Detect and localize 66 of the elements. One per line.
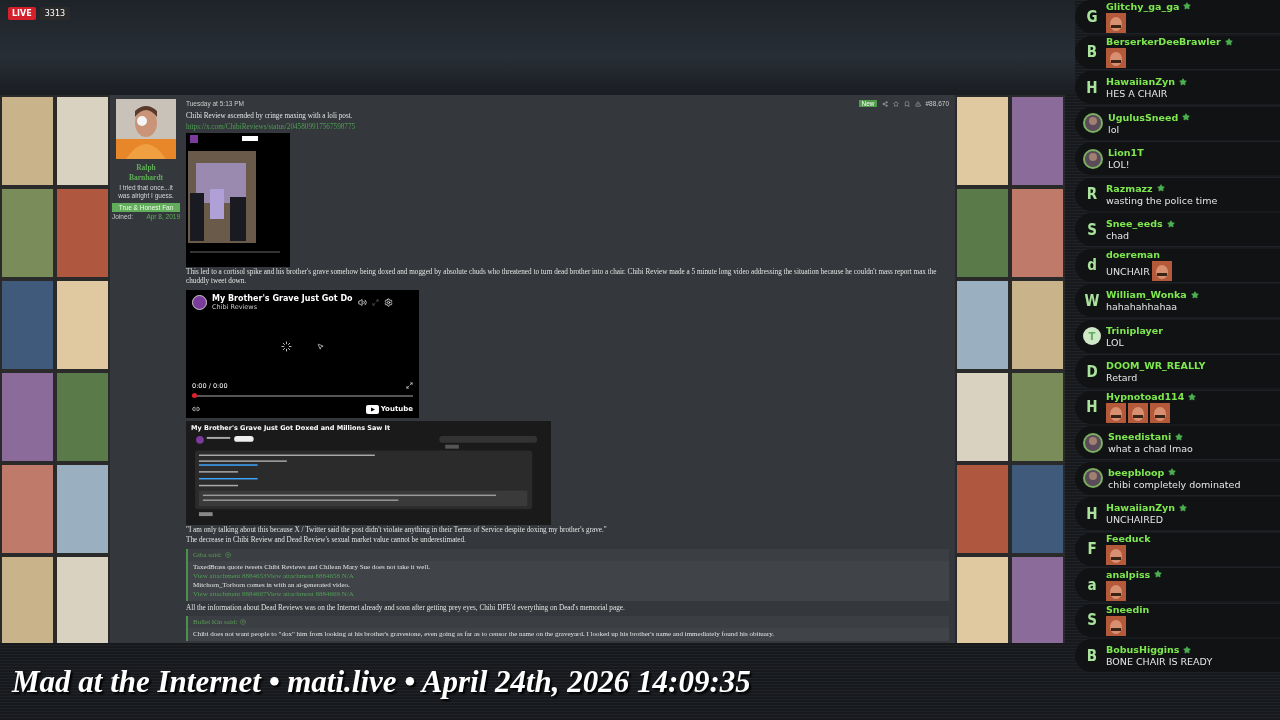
star-icon[interactable] [892, 100, 899, 107]
chat-text: LOL! [1108, 159, 1130, 170]
avatar-letter: B [1085, 43, 1099, 61]
chat-text: chad [1106, 230, 1130, 241]
chat-text: HES A CHAIR [1106, 88, 1168, 99]
avatar-letter: T [1083, 327, 1101, 345]
chat-text: UNCHAIR [1106, 265, 1150, 277]
jump-icon[interactable] [224, 551, 231, 558]
chat-username[interactable]: BobusHiggins [1106, 644, 1180, 655]
settings-icon[interactable] [383, 297, 393, 307]
chat-username[interactable]: HawaiianZyn [1106, 502, 1176, 513]
report-icon[interactable] [914, 100, 921, 107]
channel-avatar [192, 294, 207, 310]
avatar-letter: H [1085, 78, 1099, 97]
chat-username[interactable]: DOOM_WR_REALLY [1106, 360, 1206, 371]
chat-username[interactable]: beepbloop [1108, 466, 1165, 478]
chat-username[interactable]: Triniplayer [1106, 324, 1163, 336]
chat-text: hahahahhahaa [1106, 301, 1178, 312]
fullscreen-icon[interactable] [406, 382, 413, 389]
share-icon[interactable] [881, 100, 888, 107]
viewer-count: 3313 [39, 7, 71, 20]
chat-text: what a chad lmao [1108, 443, 1193, 454]
avatar-letter: H [1085, 504, 1099, 523]
avatar-letter: R [1085, 185, 1099, 203]
progress-track[interactable] [192, 394, 413, 397]
chat-username[interactable]: UgulusSneed [1108, 111, 1179, 123]
avatar-letter: W [1083, 291, 1101, 310]
live-badge: LIVE [8, 7, 36, 20]
chat-username[interactable]: HawaiianZyn [1106, 76, 1176, 87]
chat-username[interactable]: Sneedin [1106, 604, 1150, 615]
avatar-letter: B [1085, 646, 1099, 665]
jump-icon[interactable] [240, 619, 247, 625]
chat-text: lol [1108, 123, 1120, 135]
avatar-letter: F [1086, 540, 1098, 558]
stream-title: Mad at the Internet • mati.live • April 24th, 2026 14:09:35 [12, 663, 751, 700]
volume-icon[interactable] [357, 297, 367, 307]
chat-username[interactable]: Lion1T [1108, 147, 1144, 158]
bookmark-icon[interactable] [903, 100, 910, 107]
video-title: My Brother's Grave Just Got Do [212, 293, 353, 303]
spinner-icon [281, 340, 292, 352]
avatar-letter: d [1086, 256, 1098, 274]
chat-text: UNCHAIRED [1106, 514, 1164, 525]
chat-text: LOL [1106, 336, 1124, 348]
chat-username[interactable]: Razmazz [1106, 182, 1153, 194]
link-icon[interactable] [192, 405, 200, 413]
chat-username[interactable]: Glitchy_ga_ga [1106, 0, 1180, 12]
avatar-letter: S [1086, 611, 1098, 629]
avatar-letter: D [1085, 362, 1099, 381]
chat-username[interactable]: Snee_eeds [1106, 218, 1163, 229]
chat-username[interactable]: Feeduck [1106, 533, 1151, 544]
chat-username[interactable]: Sneedistani [1108, 431, 1172, 442]
avatar-letter: G [1085, 7, 1099, 26]
avatar-letter: H [1085, 398, 1099, 416]
chat-text: Retard [1106, 372, 1138, 383]
cursor-icon [317, 342, 324, 350]
chat-username[interactable]: doereman [1106, 249, 1160, 260]
chat-text: chibi completely dominated [1108, 478, 1241, 490]
play-logo-icon [365, 404, 379, 414]
avatar-letter: a [1086, 575, 1098, 594]
chat-username[interactable]: BerserkerDeeBrawler [1106, 36, 1221, 47]
chat-username[interactable]: analpiss [1106, 568, 1151, 580]
chat-username[interactable]: William_Wonka [1106, 289, 1187, 300]
chat-username[interactable]: Hypnotoad114 [1106, 391, 1185, 402]
chat-text: BONE CHAIR IS READY [1106, 656, 1213, 667]
avatar-letter: S [1086, 220, 1098, 239]
chat-text: wasting the police time [1106, 194, 1218, 206]
